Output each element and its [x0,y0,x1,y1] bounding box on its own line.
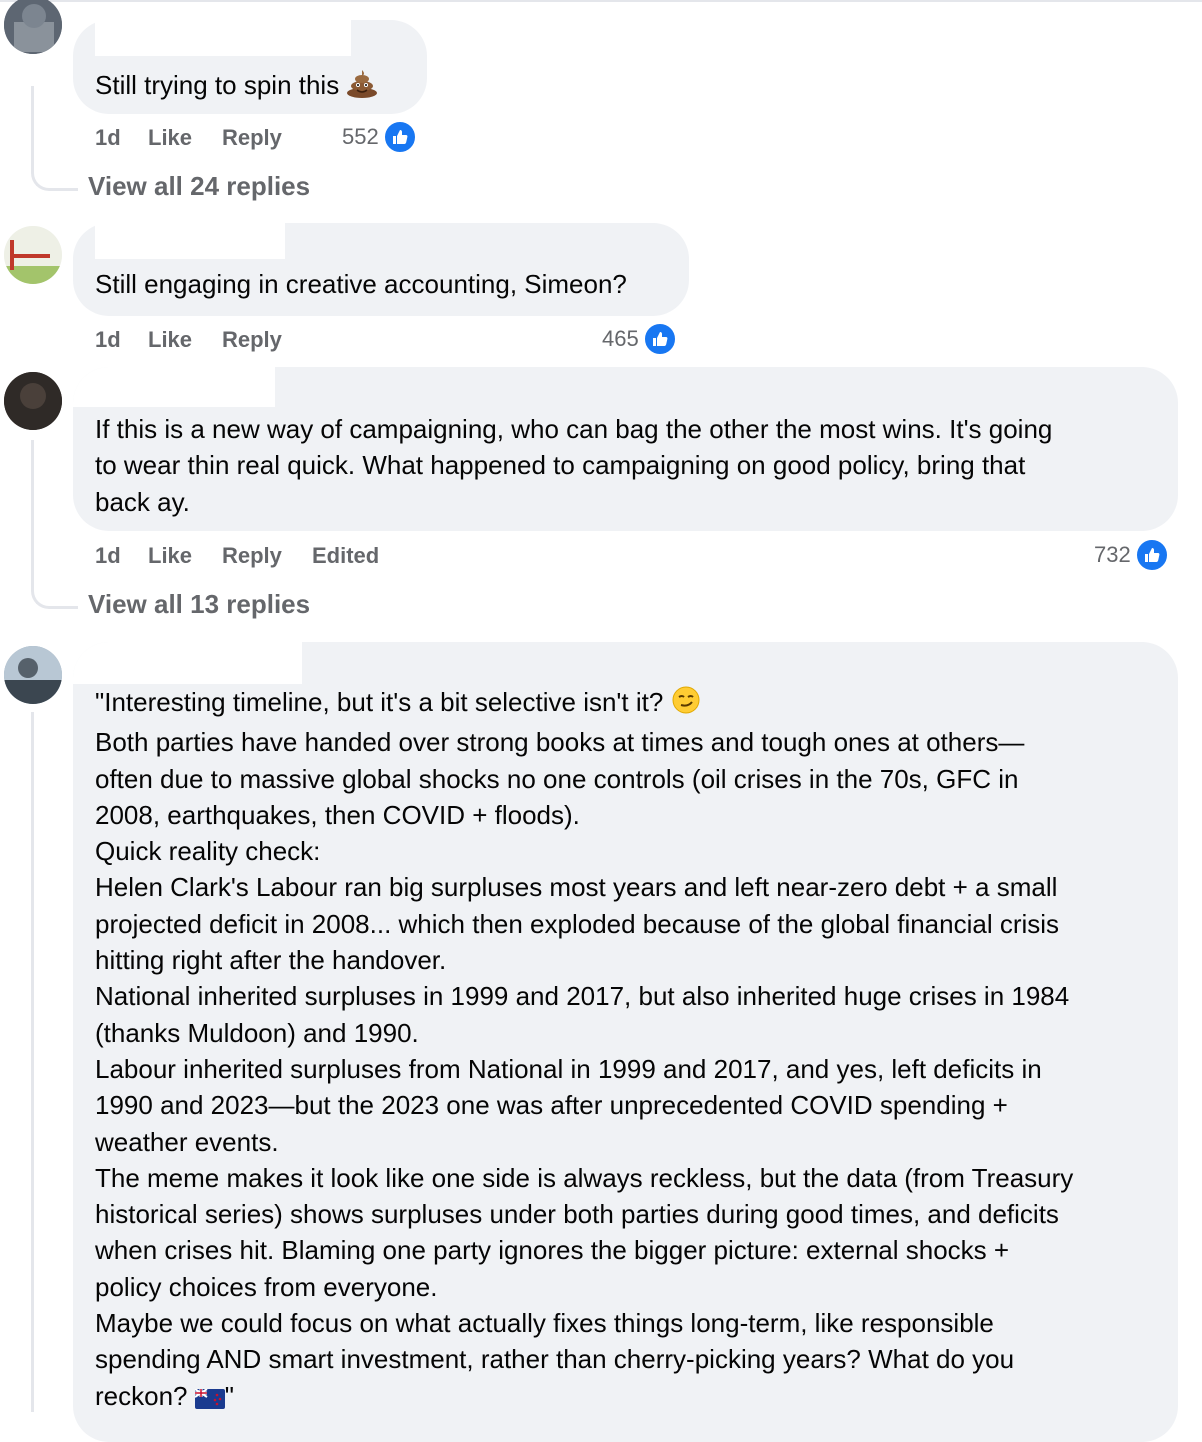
like-button[interactable]: Like [148,125,192,151]
reaction-count[interactable]: 732 [1094,538,1169,572]
reaction-count[interactable]: 552 [342,120,417,154]
comment-line: Still engaging in creative accounting, S… [95,269,627,299]
poop-emoji-icon [346,68,378,107]
comment-timestamp[interactable]: 1d [95,125,121,151]
comment-bubble: If this is a new way of campaigning, who… [73,367,1178,531]
view-replies-link[interactable]: View all 13 replies [88,589,310,620]
comment-line: Both parties have handed over strong boo… [95,727,1025,758]
comment-line: spending AND smart investment, rather th… [95,1344,1015,1375]
comment-line: If this is a new way of campaigning, who… [95,414,1053,444]
reaction-count[interactable]: 465 [602,322,677,356]
avatar[interactable] [4,226,62,284]
comment-line: hitting right after the handover. [95,945,447,976]
comment-timestamp[interactable]: 1d [95,327,121,353]
comment-bubble: Still trying to spin this [73,20,427,114]
comment-line: often due to massive global shocks no on… [95,763,1019,794]
reply-button[interactable]: Reply [222,543,282,569]
comment-text: Still trying to spin this [95,67,378,107]
comment-line: to wear thin real quick. What happened t… [95,450,1026,481]
comment-line: when crises hit. Blaming one party ignor… [95,1235,1010,1266]
comment-line: National inherited surpluses in 1999 and… [95,981,1070,1012]
closing-quote: " [224,1380,234,1411]
reaction-count-value: 732 [1094,542,1131,567]
reply-button[interactable]: Reply [222,327,282,353]
like-button[interactable]: Like [148,327,192,353]
edited-label[interactable]: Edited [312,543,379,569]
comment-line: Labour inherited surpluses from National… [95,1053,1042,1084]
new-zealand-flag-icon [194,1382,225,1418]
avatar[interactable] [4,646,62,704]
like-button[interactable]: Like [148,543,192,569]
name-redaction [73,642,302,684]
comment-line: projected deficit in 2008... which then … [95,908,1060,939]
name-redaction [73,367,275,407]
comment-line: weather events. [95,1126,279,1157]
comment-bubble: "Interesting timeline, but it's a bit se… [73,642,1178,1442]
comment-line-text: reckon? [95,1380,188,1411]
comment-line: historical series) shows surpluses under… [95,1199,1059,1230]
reaction-count-value: 552 [342,124,379,149]
comment-line: Maybe we could focus on what actually fi… [95,1308,994,1339]
comment-line: policy choices from everyone. [95,1271,438,1302]
name-redaction [95,223,285,259]
comment-text: "Interesting timeline, but it's a bit se… [95,684,1073,1418]
avatar[interactable] [4,0,62,54]
thread-elbow [31,150,78,191]
reaction-count-value: 465 [602,326,639,351]
reply-button[interactable]: Reply [222,125,282,151]
comment-line: 2008, earthquakes, then COVID + floods). [95,799,580,830]
comment-line: Still trying to spin this [95,70,340,100]
thread-line [31,440,34,585]
thread-elbow [31,568,78,609]
thumbs-up-icon [1134,538,1169,572]
thumbs-up-icon [382,120,417,154]
comment-text: If this is a new way of campaigning, who… [95,411,1052,520]
thumbs-up-icon [642,322,677,356]
comment-timestamp[interactable]: 1d [95,543,121,569]
comment-line: Helen Clark's Labour ran big surpluses m… [95,872,1058,903]
comment-line: (thanks Muldoon) and 1990. [95,1017,419,1048]
comment-text: Still engaging in creative accounting, S… [95,266,627,302]
smirk-emoji-icon [671,685,701,724]
thread-line [31,712,34,1412]
avatar[interactable] [4,372,62,430]
comment-line: The meme makes it look like one side is … [95,1162,1074,1193]
comment-line: Quick reality check: [95,836,321,867]
comment-line: back ay. [95,486,190,517]
top-divider [0,0,1202,2]
view-replies-link[interactable]: View all 24 replies [88,171,310,202]
comment-bubble: Still engaging in creative accounting, S… [73,223,689,316]
comment-line: "Interesting timeline, but it's a bit se… [95,684,1073,724]
comment-line: 1990 and 2023—but the 2023 one was after… [95,1090,1008,1121]
name-redaction [95,20,351,56]
comment-line-text: "Interesting timeline, but it's a bit se… [95,687,664,717]
